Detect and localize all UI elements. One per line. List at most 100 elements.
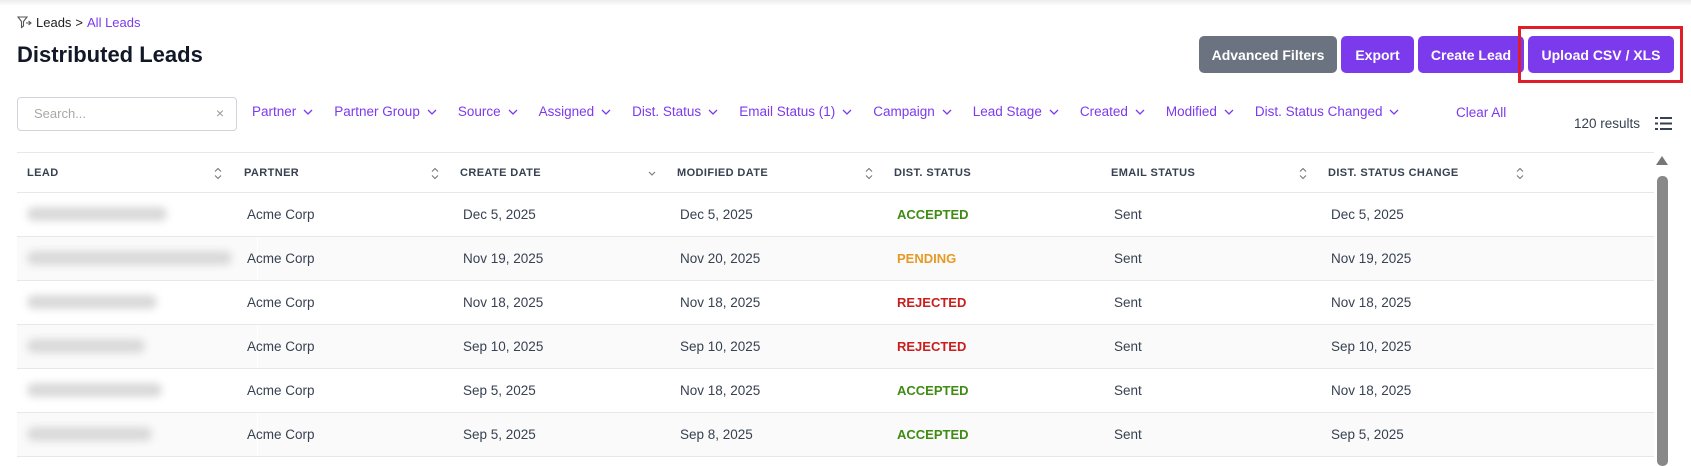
chevron-down-icon (601, 109, 611, 115)
column-header[interactable]: DIST. STATUS CHANGE (1328, 153, 1459, 192)
scrollbar-thumb[interactable] (1657, 176, 1668, 466)
filter-dropdown[interactable]: Partner Group (334, 104, 437, 119)
column-header[interactable]: DIST. STATUS (894, 153, 971, 192)
create-date-cell: Sep 5, 2025 (463, 427, 536, 442)
list-view-icon[interactable] (1655, 116, 1672, 131)
table-row[interactable]: Acme Corp Nov 18, 2025 Nov 18, 2025 REJECTE… (17, 281, 1654, 325)
dist-status-badge: REJECTED (897, 295, 967, 310)
filter-dropdown[interactable]: Lead Stage (973, 104, 1059, 119)
filter-dropdown[interactable]: Campaign (873, 104, 952, 119)
table-body: Acme Corp Dec 5, 2025 Dec 5, 2025 ACCEPTED S… (17, 193, 1654, 457)
sort-icon[interactable] (431, 167, 439, 180)
column-header[interactable]: PARTNER (244, 153, 299, 192)
filter-dropdown[interactable]: Assigned (539, 104, 612, 119)
filter-label: Dist. Status Changed (1254, 104, 1383, 119)
page-title: Distributed Leads (17, 42, 203, 67)
chevron-down-icon (1049, 109, 1059, 115)
status-change-cell: Sep 10, 2025 (1331, 339, 1412, 354)
email-status-cell: Sent (1114, 295, 1142, 310)
status-change-cell: Nov 18, 2025 (1331, 295, 1412, 310)
filter-dropdown[interactable]: Created (1080, 104, 1145, 119)
filter-dropdown[interactable]: Email Status (1) (739, 104, 852, 119)
partner-cell: Acme Corp (247, 295, 315, 310)
email-status-cell: Sent (1114, 383, 1142, 398)
status-change-cell: Sep 5, 2025 (1331, 427, 1404, 442)
sort-icon[interactable] (214, 167, 222, 180)
email-status-cell: Sent (1114, 427, 1142, 442)
create-lead-button[interactable]: Create Lead (1418, 36, 1524, 73)
chevron-down-icon (303, 109, 313, 115)
filter-label: Created (1079, 104, 1128, 119)
filter-dropdown[interactable]: Dist. Status Changed (1255, 104, 1400, 119)
chevron-down-icon (427, 109, 437, 115)
scroll-up-arrow-icon[interactable] (1656, 156, 1668, 165)
table-row[interactable]: Acme Corp Sep 5, 2025 Sep 8, 2025 ACCEPTED S… (17, 413, 1654, 457)
sort-desc-icon[interactable] (648, 167, 656, 180)
column-header[interactable]: MODIFIED DATE (677, 153, 768, 192)
advanced-filters-button[interactable]: Advanced Filters (1199, 36, 1337, 73)
lead-name-redacted[interactable] (27, 251, 232, 265)
column-header[interactable]: CREATE DATE (460, 153, 541, 192)
filter-label: Dist. Status (632, 104, 702, 119)
modified-date-cell: Nov 20, 2025 (680, 251, 761, 266)
sort-icon[interactable] (1516, 167, 1524, 180)
search-input[interactable] (32, 105, 206, 122)
clear-search-icon[interactable]: × (216, 105, 224, 121)
status-change-cell: Nov 19, 2025 (1331, 251, 1412, 266)
email-status-cell: Sent (1114, 207, 1142, 222)
create-date-cell: Sep 5, 2025 (463, 383, 536, 398)
filter-dropdown[interactable]: Partner (252, 104, 313, 119)
vertical-scrollbar[interactable] (1656, 152, 1669, 466)
create-date-cell: Nov 19, 2025 (463, 251, 544, 266)
create-date-cell: Dec 5, 2025 (463, 207, 536, 222)
dist-status-badge: REJECTED (897, 339, 967, 354)
partner-cell: Acme Corp (247, 251, 315, 266)
dist-status-badge: ACCEPTED (897, 207, 969, 222)
lead-name-redacted[interactable] (27, 207, 167, 221)
filter-label: Email Status (1) (739, 104, 836, 119)
export-button[interactable]: Export (1341, 36, 1414, 73)
lead-name-redacted[interactable] (27, 427, 152, 441)
lead-name-redacted[interactable] (27, 383, 162, 397)
sort-icon[interactable] (1299, 167, 1307, 180)
create-date-cell: Sep 10, 2025 (463, 339, 544, 354)
table-row[interactable]: Acme Corp Sep 10, 2025 Sep 10, 2025 REJECTE… (17, 325, 1654, 369)
email-status-cell: Sent (1114, 339, 1142, 354)
table-row[interactable]: Acme Corp Nov 19, 2025 Nov 20, 2025 PENDING… (17, 237, 1654, 281)
partner-cell: Acme Corp (247, 383, 315, 398)
filter-dropdown[interactable]: Dist. Status (632, 104, 718, 119)
lead-name-redacted[interactable] (27, 339, 145, 353)
breadcrumb-current[interactable]: All Leads (87, 15, 140, 30)
dist-status-badge: PENDING (897, 251, 957, 266)
filter-label: Assigned (538, 104, 595, 119)
chevron-down-icon (1390, 109, 1399, 115)
filter-label: Partner (252, 104, 297, 119)
email-status-cell: Sent (1114, 251, 1142, 266)
breadcrumb: Leads > All Leads (17, 15, 141, 30)
upload-csv-xls-button[interactable]: Upload CSV / XLS (1528, 36, 1674, 73)
modified-date-cell: Sep 8, 2025 (680, 427, 753, 442)
breadcrumb-root[interactable]: Leads (36, 15, 71, 30)
table-row[interactable]: Acme Corp Sep 5, 2025 Nov 18, 2025 ACCEPTED… (17, 369, 1654, 413)
table-row[interactable]: Acme Corp Dec 5, 2025 Dec 5, 2025 ACCEPTED S… (17, 193, 1654, 237)
funnel-icon (17, 16, 32, 29)
results-count: 120 results (1574, 116, 1641, 131)
modified-date-cell: Nov 18, 2025 (680, 295, 761, 310)
create-date-cell: Nov 18, 2025 (463, 295, 544, 310)
partner-cell: Acme Corp (247, 427, 315, 442)
chevron-down-icon (708, 109, 718, 115)
sort-icon[interactable] (865, 167, 873, 180)
filter-label: Source (457, 104, 501, 119)
filter-dropdown[interactable]: Source (458, 104, 518, 119)
filter-dropdown[interactable]: Modified (1166, 104, 1234, 119)
column-header[interactable]: EMAIL STATUS (1111, 153, 1195, 192)
partner-cell: Acme Corp (247, 207, 315, 222)
breadcrumb-separator: > (75, 15, 84, 30)
dist-status-badge: ACCEPTED (897, 427, 969, 442)
filter-label: Lead Stage (972, 104, 1042, 119)
chevron-down-icon (1224, 109, 1234, 115)
clear-all-link[interactable]: Clear All (1456, 105, 1506, 120)
lead-name-redacted[interactable] (27, 295, 157, 309)
column-header[interactable]: LEAD (27, 153, 59, 192)
top-shadow (0, 0, 1691, 6)
